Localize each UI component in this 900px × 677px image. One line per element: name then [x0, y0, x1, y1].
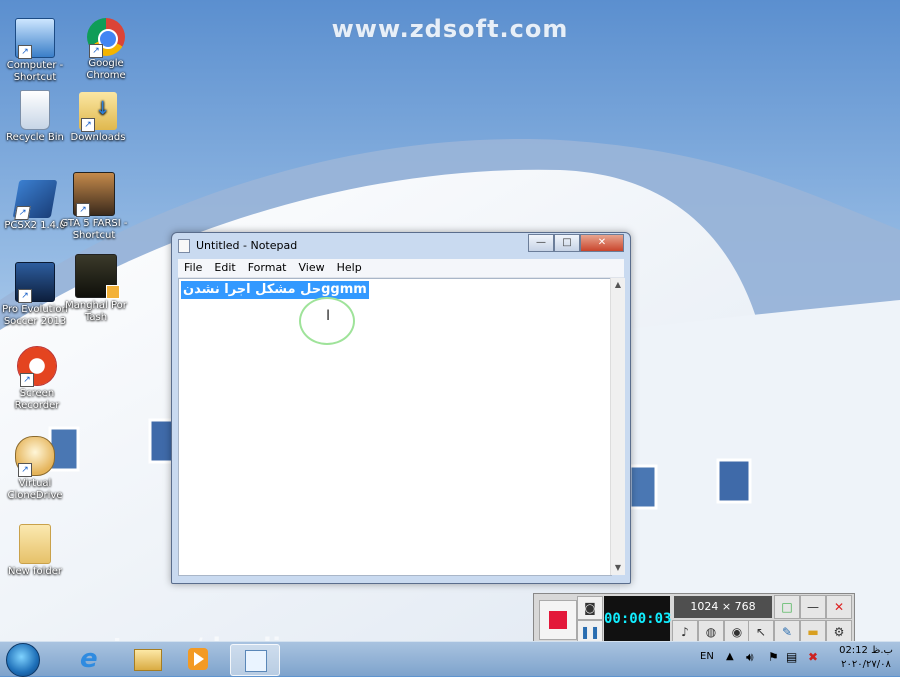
- downloads-folder-icon: ↓ ↗: [79, 92, 117, 132]
- notepad-icon: [178, 239, 190, 253]
- desktop-icon-computer[interactable]: ↗ Computer - Shortcut: [0, 18, 70, 84]
- notepad-window[interactable]: Untitled - Notepad — □ ✕ File Edit Forma…: [171, 232, 631, 584]
- menu-format[interactable]: Format: [242, 259, 293, 277]
- video-file-icon: [75, 254, 120, 299]
- desktop-icon-gta[interactable]: ↗ GTA 5 FARSI - Shortcut: [59, 172, 129, 242]
- desktop-icon-pes[interactable]: ↗ Pro Evolution Soccer 2013: [0, 262, 70, 328]
- language-indicator[interactable]: EN: [700, 651, 714, 662]
- desktop-icon-downloads[interactable]: ↓ ↗ Downloads: [63, 92, 133, 144]
- notepad-menubar: File Edit Format View Help: [178, 259, 624, 278]
- stop-record-button[interactable]: [539, 600, 577, 640]
- desktop-icon-label: Virtual CloneDrive: [7, 478, 63, 501]
- maximize-button[interactable]: □: [554, 234, 580, 252]
- window-mode-icon[interactable]: □: [774, 595, 800, 619]
- desktop-icon-label: Google Chrome: [86, 58, 126, 81]
- window-controls: — □ ✕: [528, 234, 624, 252]
- recording-timer: 00:00:03: [604, 596, 671, 642]
- clock-date[interactable]: ۲۰۲۰/۲۷/۰۸: [832, 659, 900, 670]
- computer-icon: ↗: [15, 18, 55, 59]
- scroll-up-arrow-icon[interactable]: ▲: [611, 278, 625, 292]
- desktop-icon-screen-recorder[interactable]: ↗ Screen Recorder: [2, 346, 72, 412]
- resolution-display: 1024 × 768: [674, 596, 772, 618]
- menu-help[interactable]: Help: [331, 259, 368, 277]
- tray-expand-icon[interactable]: ▲: [726, 651, 734, 662]
- folder-icon: [19, 524, 51, 564]
- taskbar: e EN ▲ 🔊︎ ⚑ ▤ ✖ 02:12 ب.ظ ۲۰۲۰/۲۷/۰۸: [0, 641, 900, 677]
- start-button[interactable]: [6, 643, 40, 677]
- record-stop-icon: [549, 611, 567, 629]
- desktop-icon-new-folder[interactable]: New folder: [0, 524, 70, 578]
- desktop-icon-manghal[interactable]: Manghal Por Tash: [61, 254, 131, 324]
- minimize-recorder-icon[interactable]: —: [800, 595, 826, 619]
- minimize-button[interactable]: —: [528, 234, 554, 252]
- taskbar-file-explorer-icon[interactable]: [122, 644, 170, 674]
- notepad-title: Untitled - Notepad: [196, 239, 298, 252]
- taskbar-notepad-icon[interactable]: [230, 644, 280, 676]
- menu-edit[interactable]: Edit: [208, 259, 241, 277]
- close-button[interactable]: ✕: [580, 234, 624, 252]
- menu-view[interactable]: View: [293, 259, 331, 277]
- menu-file[interactable]: File: [178, 259, 208, 277]
- desktop-icon-label: GTA 5 FARSI - Shortcut: [60, 218, 128, 241]
- taskbar-internet-explorer-icon[interactable]: e: [68, 644, 116, 674]
- virtual-clonedrive-icon: ↗: [15, 436, 55, 477]
- desktop-icon-label: Computer - Shortcut: [6, 60, 64, 83]
- text-cursor-icon: I: [326, 308, 331, 324]
- close-recorder-icon[interactable]: ✕: [826, 595, 852, 619]
- network-error-icon[interactable]: ✖: [808, 650, 818, 664]
- notepad-text-area[interactable]: حل مشکل اجرا نشدنggmm: [178, 278, 612, 576]
- taskbar-media-player-icon[interactable]: [174, 644, 222, 674]
- pcsx2-icon: ↗: [12, 180, 58, 220]
- desktop-icon-label: Manghal Por Tash: [65, 300, 127, 323]
- screen-recorder-icon: ↗: [17, 346, 57, 387]
- pes-icon: ↗: [15, 262, 55, 303]
- desktop-icon-label: Screen Recorder: [14, 388, 60, 411]
- action-center-flag-icon[interactable]: ⚑: [768, 650, 779, 664]
- system-tray: EN ▲ 🔊︎ ⚑ ▤ ✖ 02:12 ب.ظ ۲۰۲۰/۲۷/۰۸: [690, 642, 900, 676]
- desktop-icon-virtual-clonedrive[interactable]: ↗ Virtual CloneDrive: [0, 436, 70, 502]
- desktop-icon-label: New folder: [7, 566, 63, 577]
- network-icon[interactable]: ▤: [786, 650, 797, 664]
- desktop-icon-label: Recycle Bin: [6, 132, 64, 143]
- clock-time[interactable]: 02:12 ب.ظ: [832, 645, 900, 656]
- screen-recorder-panel: ◙ ❚❚ 00:00:03 1024 × 768 □ — ✕ ♪ ◍ ◉ ↖ ✎…: [533, 593, 855, 646]
- volume-icon[interactable]: 🔊︎: [746, 650, 754, 665]
- selected-text[interactable]: حل مشکل اجرا نشدنggmm: [181, 281, 369, 299]
- desktop-icon-chrome[interactable]: ↗ Google Chrome: [71, 18, 141, 82]
- gta-icon: ↗: [73, 172, 115, 217]
- vertical-scrollbar[interactable]: ▲ ▼: [610, 278, 625, 575]
- desktop-icon-label: Downloads: [70, 132, 126, 143]
- desktop-icon-recycle-bin[interactable]: Recycle Bin: [0, 90, 70, 144]
- camera-icon[interactable]: ◙: [577, 596, 603, 620]
- chrome-icon: ↗: [87, 18, 125, 58]
- desktop-icon-label: PCSX2 1.4.0: [4, 220, 66, 231]
- scroll-down-arrow-icon[interactable]: ▼: [611, 561, 625, 575]
- recycle-bin-icon: [20, 90, 50, 130]
- desktop-icon-label: Pro Evolution Soccer 2013: [2, 304, 68, 327]
